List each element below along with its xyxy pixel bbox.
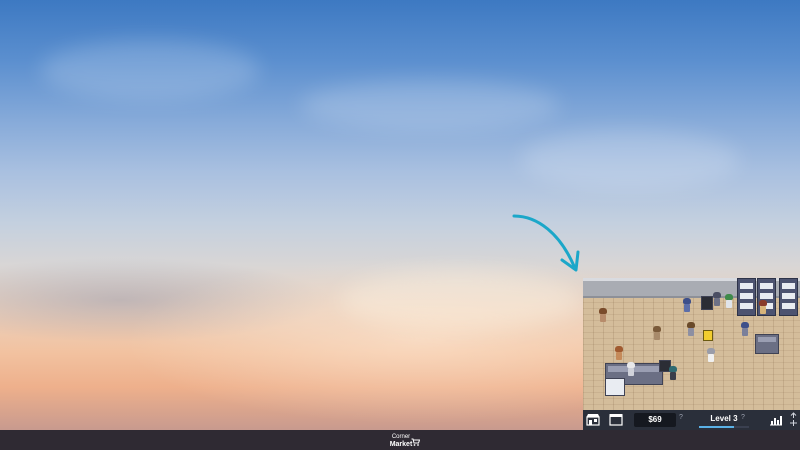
store-shelf[interactable] [737,278,756,316]
taskbar: Corner Market [0,430,800,450]
expand-icon[interactable] [789,412,798,428]
customer-sprite[interactable] [615,346,623,360]
stats-chart-icon[interactable] [769,413,783,426]
store-icon[interactable] [586,413,600,426]
game-window[interactable]: $69 ? Level 3 ? [583,278,800,430]
register-stand[interactable] [605,378,625,396]
level-progress-fill [699,426,734,428]
customer-sprite[interactable] [741,322,749,336]
storage-box-icon[interactable] [609,413,623,426]
customer-sprite[interactable] [759,300,767,314]
money-help-icon[interactable]: ? [679,414,683,421]
pointer-arrow-icon [512,214,580,272]
cloud [40,40,260,100]
cloud [340,270,580,330]
cashier-sprite[interactable] [627,362,635,376]
level-help-icon[interactable]: ? [741,414,745,421]
level-progress-bar [699,426,749,428]
customer-sprite[interactable] [725,294,733,308]
cloud [520,130,740,190]
customer-sprite[interactable] [653,326,661,340]
customer-sprite[interactable] [713,292,721,306]
cart-icon [411,438,420,446]
store-shelf[interactable] [779,278,798,316]
customer-sprite[interactable] [669,366,677,380]
money-display: $69 [634,413,676,427]
customer-sprite[interactable] [687,322,695,336]
game-toolbar: $69 ? Level 3 ? [583,410,800,430]
corner-market-logo[interactable]: Corner Market [381,431,421,449]
customer-sprite[interactable] [683,298,691,312]
customer-sprite[interactable] [707,348,715,362]
trash-bin[interactable] [701,296,713,310]
display-table[interactable] [755,334,779,354]
customer-sprite[interactable] [599,308,607,322]
wet-floor-sign[interactable] [703,330,713,341]
cloud [300,80,560,130]
